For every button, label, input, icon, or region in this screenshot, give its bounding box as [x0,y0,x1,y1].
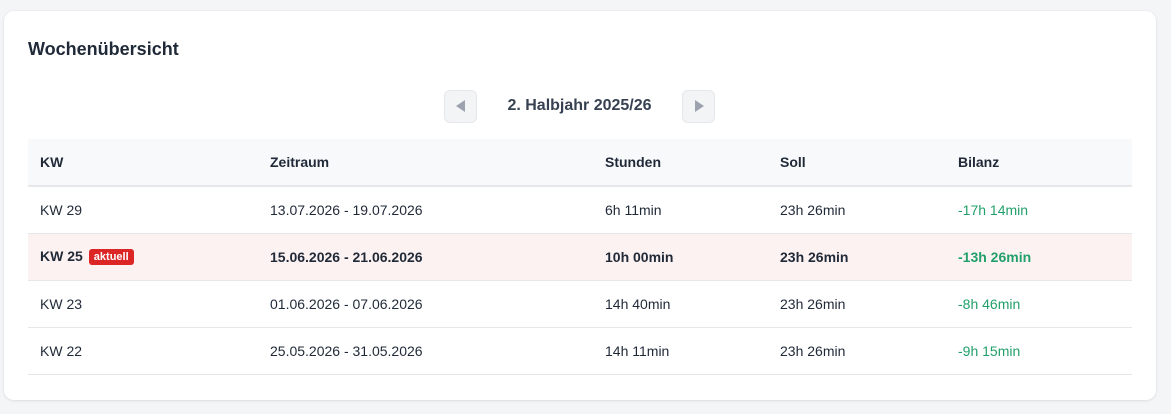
column-header-stunden[interactable]: Stunden [593,154,768,170]
table-row-current[interactable]: KW 25 aktuell 15.06.2026 - 21.06.2026 10h… [28,234,1132,281]
table-row[interactable]: KW 29 13.07.2026 - 19.07.2026 6h 11min 2… [28,187,1132,234]
column-header-soll[interactable]: Soll [768,154,946,170]
kw-cell: KW 25 aktuell [28,248,258,265]
soll-cell: 23h 26min [780,296,846,312]
bilanz-cell: -17h 14min [958,202,1029,218]
soll-cell: 23h 26min [780,343,846,359]
weekly-overview-card: Wochenübersicht 2. Halbjahr 2025/26 KW Z… [4,11,1156,400]
bilanz-cell: -13h 26min [958,249,1032,265]
table-row[interactable]: KW 23 01.06.2026 - 07.06.2026 14h 40min … [28,281,1132,328]
table-header-row: KW Zeitraum Stunden Soll Bilanz [28,139,1132,187]
soll-cell: 23h 26min [780,249,849,265]
kw-cell: KW 29 [40,202,83,218]
zeitraum-cell: 25.05.2026 - 31.05.2026 [270,343,423,359]
zeitraum-cell: 15.06.2026 - 21.06.2026 [270,249,423,265]
stunden-cell: 14h 11min [605,343,670,359]
triangle-right-icon [694,100,704,112]
page-title: Wochenübersicht [28,39,179,59]
period-label: 2. Halbjahr 2025/26 [507,97,652,114]
triangle-left-icon [455,100,465,112]
kw-cell: KW 22 [40,343,83,359]
table-row[interactable]: KW 22 25.05.2026 - 31.05.2026 14h 11min … [28,328,1132,375]
weekly-table: KW Zeitraum Stunden Soll Bilanz KW 29 13… [28,139,1132,375]
kw-label: KW 25 [40,248,83,265]
soll-cell: 23h 26min [780,202,846,218]
period-navigation: 2. Halbjahr 2025/26 [444,89,715,123]
column-header-kw[interactable]: KW [28,154,258,170]
bilanz-cell: -9h 15min [958,343,1021,359]
stunden-cell: 6h 11min [605,202,662,218]
bilanz-cell: -8h 46min [958,296,1021,312]
current-week-badge: aktuell [88,248,134,265]
next-period-button[interactable] [682,89,715,123]
column-header-zeitraum[interactable]: Zeitraum [258,154,593,170]
previous-period-button[interactable] [444,89,477,123]
zeitraum-cell: 01.06.2026 - 07.06.2026 [270,296,423,312]
column-header-bilanz[interactable]: Bilanz [946,154,1132,170]
stunden-cell: 10h 00min [605,249,674,265]
kw-cell: KW 23 [40,296,83,312]
stunden-cell: 14h 40min [605,296,671,312]
zeitraum-cell: 13.07.2026 - 19.07.2026 [270,202,423,218]
